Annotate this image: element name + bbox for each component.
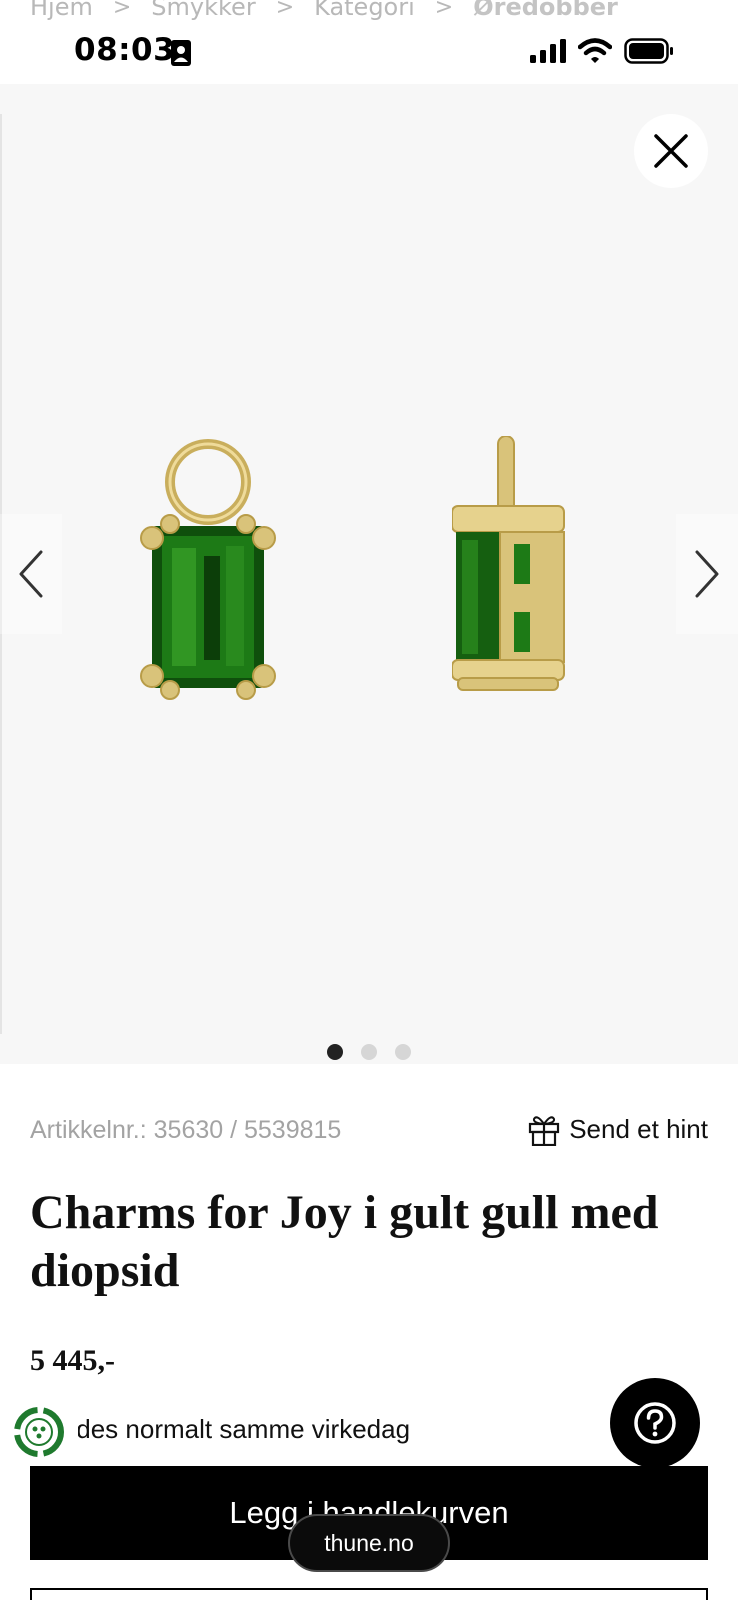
chevron-left-icon [19,550,43,598]
breadcrumb-item-jewelry[interactable]: Smykker [151,0,255,21]
battery-icon [624,38,674,68]
gallery-prev-button[interactable] [0,514,62,634]
product-sku: Artikkelnr.: 35630 / 5539815 [30,1116,342,1144]
breadcrumb-item-category[interactable]: Kategori [314,0,415,21]
gallery-dot-active[interactable] [327,1044,343,1060]
breadcrumb-item-earrings[interactable]: Øredobber [473,0,618,21]
product-price: 5 445,- [30,1344,115,1377]
close-button[interactable] [634,114,708,188]
gift-icon [529,1116,560,1146]
help-button[interactable] [610,1378,700,1468]
secondary-section-box [30,1588,708,1600]
breadcrumb-separator: > [275,0,295,20]
product-title: Charms for Joy i gult gull med diopsid [30,1186,659,1297]
question-icon [634,1402,676,1444]
breadcrumb: Hjem > Smykker > Kategori > Øredobber [30,0,618,22]
send-hint-label: Send et hint [569,1113,708,1144]
breadcrumb-separator: > [434,0,454,20]
eco-badge[interactable] [0,1400,78,1464]
breadcrumb-separator: > [112,0,132,20]
charm-side-image [452,436,565,691]
product-gallery[interactable] [0,84,738,1064]
product-meta-row: Artikkelnr.: 35630 / 5539815 Send et hin… [30,1112,708,1152]
eco-badge-icon [14,1407,64,1457]
status-icons [530,38,674,68]
browser-url-pill[interactable]: thune.no [288,1514,450,1572]
gallery-next-button[interactable] [676,514,738,634]
status-bar: 08:03 [0,22,738,82]
close-icon [654,134,688,168]
delivery-info: Sendes normalt samme virkedag [30,1414,411,1444]
breadcrumb-item-home[interactable]: Hjem [30,0,93,21]
cellular-signal-icon [530,39,566,67]
gallery-dot[interactable] [361,1044,377,1060]
gallery-dot[interactable] [395,1044,411,1060]
wifi-icon [577,38,613,68]
chevron-right-icon [695,550,719,598]
charm-front-image [140,439,276,700]
gallery-pagination [0,1044,738,1060]
status-time: 08:03 [74,32,176,68]
contact-card-icon [171,40,191,66]
send-hint-button[interactable]: Send et hint [527,1112,708,1146]
